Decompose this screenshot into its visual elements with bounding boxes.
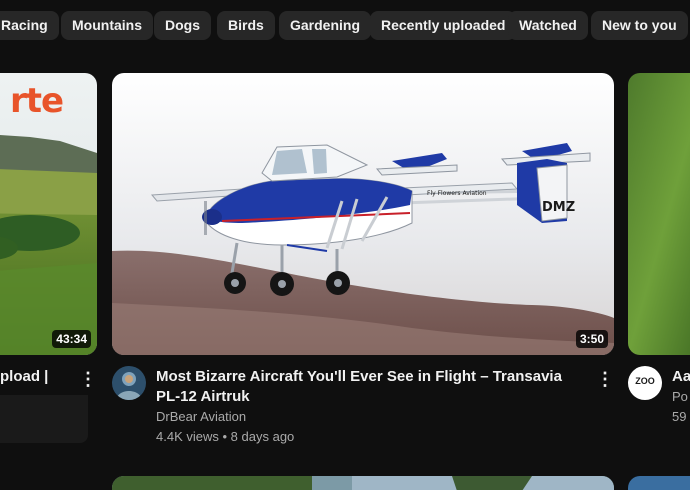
more-vert-icon[interactable]: ⋮	[79, 368, 97, 390]
video-title-right[interactable]: Aa	[672, 367, 690, 387]
chip-bar: Racing Mountains Dogs Birds Gardening Re…	[0, 11, 690, 41]
meta-separator: •	[222, 429, 231, 444]
chip-gardening[interactable]: Gardening	[279, 11, 372, 40]
hover-card-shadow	[0, 395, 88, 443]
zoo-logo-text: ZOO	[635, 376, 655, 386]
channel-name[interactable]: DrBear Aviation	[156, 407, 246, 427]
channel-avatar-zoo[interactable]: ZOO	[628, 366, 662, 400]
chip-label: Recently uploaded	[381, 17, 506, 33]
channel-avatar[interactable]	[112, 366, 146, 400]
video-thumbnail-right[interactable]	[628, 73, 690, 355]
video-title-main[interactable]: Most Bizarre Aircraft You'll Ever See in…	[156, 367, 581, 407]
video-thumbnail-row2-main[interactable]	[112, 476, 614, 490]
video-thumbnail-left[interactable]: rte 43:34	[0, 73, 97, 355]
youtube-home-feed: Racing Mountains Dogs Birds Gardening Re…	[0, 0, 690, 490]
chip-label: Watched	[519, 17, 577, 33]
video-stats: 4.4K views • 8 days ago	[156, 427, 294, 447]
fuselage-text: Fly Flowers Aviation	[427, 190, 487, 197]
row2-thumbnail-image	[112, 476, 614, 490]
channel-name-right[interactable]: Po	[672, 387, 688, 407]
chip-label: Mountains	[72, 17, 142, 33]
chip-recently-uploaded[interactable]: Recently uploaded	[370, 11, 517, 40]
duration-badge: 43:34	[52, 330, 91, 348]
video-thumbnail-main[interactable]: DMZ Fly Flowers Aviation 3:50	[112, 73, 614, 355]
chip-label: New to you	[602, 17, 677, 33]
green-thumbnail-image	[628, 73, 690, 355]
video-title-left[interactable]: pload |	[0, 367, 70, 387]
thumbnail-overlay-text: rte	[10, 81, 64, 121]
chip-label: Racing	[1, 17, 48, 33]
chip-label: Gardening	[290, 17, 361, 33]
video-thumbnail-row2-right[interactable]	[628, 476, 690, 490]
drbear-avatar-image	[112, 366, 146, 400]
chip-birds[interactable]: Birds	[217, 11, 275, 40]
chip-label: Dogs	[165, 17, 200, 33]
aircraft-thumbnail-image: DMZ Fly Flowers Aviation	[112, 73, 614, 355]
chip-watched[interactable]: Watched	[508, 11, 588, 40]
upload-age: 8 days ago	[230, 429, 295, 444]
view-count: 4.4K views	[156, 429, 219, 444]
chip-mountains[interactable]: Mountains	[61, 11, 153, 40]
chip-label: Birds	[228, 17, 264, 33]
tail-marking: DMZ	[542, 200, 575, 215]
chip-new-to-you[interactable]: New to you	[591, 11, 688, 40]
chip-dogs[interactable]: Dogs	[154, 11, 211, 40]
video-stats-right: 59	[672, 409, 687, 424]
more-vert-icon[interactable]: ⋮	[596, 368, 614, 390]
duration-badge: 3:50	[575, 330, 608, 348]
chip-racing[interactable]: Racing	[0, 11, 59, 40]
